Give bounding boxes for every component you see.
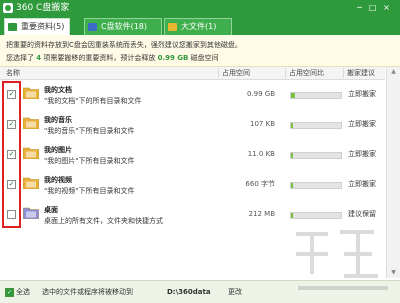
checkbox-highlight-box bbox=[2, 81, 21, 228]
column-divider bbox=[285, 68, 286, 78]
item-size: 0.99 GB bbox=[246, 90, 275, 98]
important-files-icon bbox=[8, 23, 17, 31]
usage-ratio-fill bbox=[291, 183, 293, 188]
item-name: 桌面 bbox=[44, 206, 58, 214]
summary-prefix: 您选择了 bbox=[6, 54, 34, 62]
usage-ratio-bar bbox=[290, 92, 342, 99]
maximize-button[interactable]: □ bbox=[368, 3, 377, 12]
list-item[interactable]: ✓ 我的音乐 "我的音乐"下所有目录和文件 107 KB 立即搬家 bbox=[0, 110, 385, 140]
item-description: "我的文档"下的所有目录和文件 bbox=[44, 97, 142, 105]
list-item[interactable]: ✓ 我的文档 "我的文档"下的所有目录和文件 0.99 GB 立即搬家 bbox=[0, 80, 385, 110]
item-size: 11.0 KB bbox=[247, 150, 275, 158]
item-description: "我的图片"下所有目录和文件 bbox=[44, 157, 135, 165]
column-name[interactable]: 名称 bbox=[6, 68, 20, 78]
usage-ratio-fill bbox=[291, 123, 293, 128]
close-button[interactable]: × bbox=[382, 3, 391, 12]
pictures-folder-icon bbox=[23, 147, 39, 159]
tab-label: 重要资料(5) bbox=[21, 22, 65, 31]
item-size: 212 MB bbox=[248, 210, 275, 218]
destination-note: 选中的文件或程序将被移动到 bbox=[42, 288, 133, 296]
column-headers: 名称 占用空间 占用空间比 搬家建议 bbox=[0, 67, 385, 80]
music-folder-icon bbox=[23, 117, 39, 129]
item-name: 我的音乐 bbox=[44, 116, 72, 124]
documents-folder-icon bbox=[23, 87, 39, 99]
column-divider bbox=[343, 68, 344, 78]
item-size: 660 字节 bbox=[245, 180, 275, 188]
info-warning-text: 把重要的资料存放到C盘会因重装系统而丢失，强烈建议您搬家到其他磁盘。 bbox=[6, 41, 242, 49]
move-now-link[interactable]: 立即搬家 bbox=[348, 90, 376, 99]
freed-space: 0.99 GB bbox=[157, 54, 189, 62]
select-all-checkbox[interactable]: ✓ bbox=[5, 288, 14, 297]
item-size: 107 KB bbox=[250, 120, 275, 128]
usage-ratio-fill bbox=[291, 93, 295, 98]
change-path-link[interactable]: 更改 bbox=[228, 287, 242, 297]
desktop-icon bbox=[23, 207, 39, 219]
usage-ratio-bar bbox=[290, 152, 342, 159]
destination-path: D:\360data bbox=[167, 288, 211, 296]
info-summary-text: 您选择了 4 项需要搬移的重要资料，预计会释放 0.99 GB 磁盘空间 bbox=[6, 53, 219, 63]
item-description: "我的音乐"下所有目录和文件 bbox=[44, 127, 135, 135]
item-description: "我的视频"下所有目录和文件 bbox=[44, 187, 135, 195]
c-drive-mover-window: 360 C盘搬家 ─ □ × 重要资料(5) C盘软件(18) 大文件(1) 把… bbox=[0, 0, 400, 303]
window-title: 360 C盘搬家 bbox=[16, 3, 70, 13]
software-icon bbox=[88, 23, 97, 31]
item-description: 桌面上的所有文件，文件夹和快捷方式 bbox=[44, 217, 163, 225]
watermark-logo-icon bbox=[296, 230, 388, 290]
title-bar: 360 C盘搬家 ─ □ × bbox=[0, 0, 400, 16]
tab-bar: 重要资料(5) C盘软件(18) 大文件(1) bbox=[0, 16, 400, 35]
minimize-button[interactable]: ─ bbox=[355, 3, 364, 12]
selected-count: 4 bbox=[36, 54, 42, 62]
tab-label: C盘软件(18) bbox=[101, 22, 148, 31]
summary-middle: 项需要搬移的重要资料，预计会释放 bbox=[43, 54, 156, 62]
select-all-label[interactable]: 全选 bbox=[16, 287, 30, 297]
column-suggestion[interactable]: 搬家建议 bbox=[347, 68, 375, 78]
tab-label: 大文件(1) bbox=[181, 22, 217, 31]
tab-c-drive-software[interactable]: C盘软件(18) bbox=[84, 18, 162, 35]
tab-important-files[interactable]: 重要资料(5) bbox=[4, 18, 70, 35]
videos-folder-icon bbox=[23, 177, 39, 189]
move-now-link[interactable]: 立即搬家 bbox=[348, 150, 376, 159]
item-name: 我的文档 bbox=[44, 86, 72, 94]
usage-ratio-bar bbox=[290, 122, 342, 129]
tab-large-files[interactable]: 大文件(1) bbox=[164, 18, 232, 35]
usage-ratio-bar bbox=[290, 182, 342, 189]
item-name: 我的图片 bbox=[44, 146, 72, 154]
item-name: 我的视频 bbox=[44, 176, 72, 184]
column-ratio[interactable]: 占用空间比 bbox=[289, 68, 324, 78]
list-item[interactable]: ✓ 我的图片 "我的图片"下所有目录和文件 11.0 KB 立即搬家 bbox=[0, 140, 385, 170]
usage-ratio-fill bbox=[291, 153, 293, 158]
column-size[interactable]: 占用空间 bbox=[222, 68, 250, 78]
move-now-link[interactable]: 立即搬家 bbox=[348, 180, 376, 189]
summary-suffix: 磁盘空间 bbox=[190, 54, 219, 62]
large-files-icon bbox=[168, 23, 177, 31]
move-now-link[interactable]: 立即搬家 bbox=[348, 120, 376, 129]
info-panel: 把重要的资料存放到C盘会因重装系统而丢失，强烈建议您搬家到其他磁盘。 您选择了 … bbox=[0, 35, 400, 67]
list-item[interactable]: ✓ 我的视频 "我的视频"下所有目录和文件 660 字节 立即搬家 bbox=[0, 170, 385, 200]
app-logo-icon bbox=[3, 3, 13, 13]
scroll-up-icon[interactable]: ▲ bbox=[387, 67, 400, 77]
column-divider bbox=[218, 68, 219, 78]
